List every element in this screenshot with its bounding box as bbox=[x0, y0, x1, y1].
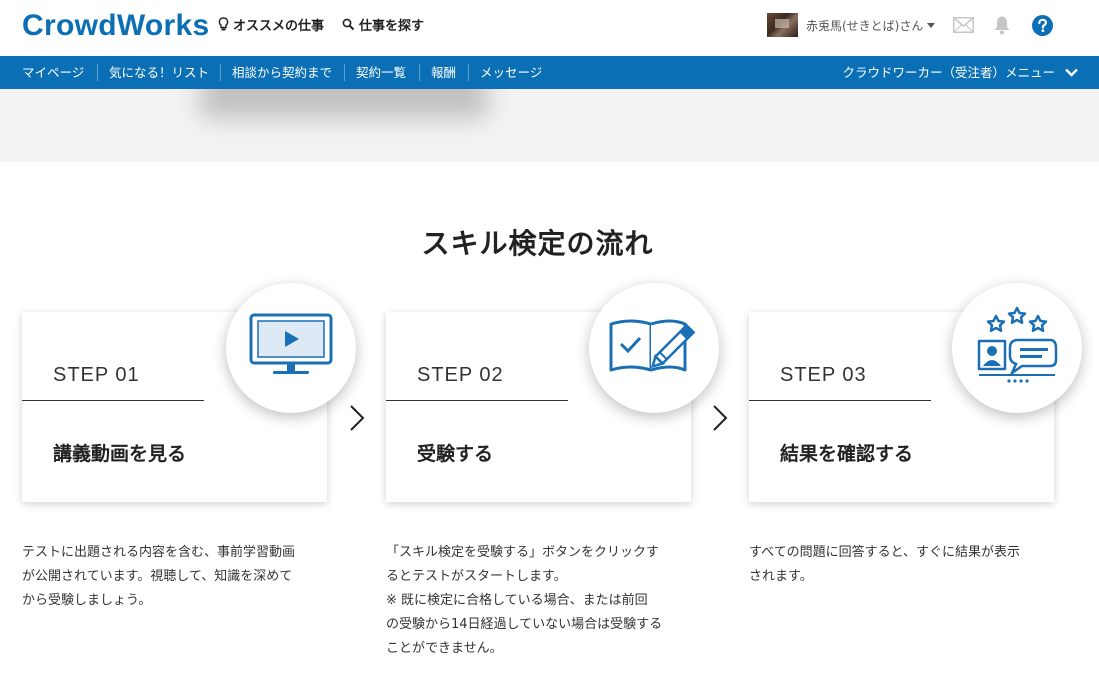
video-monitor-icon bbox=[249, 313, 333, 383]
search-icon bbox=[342, 18, 355, 31]
book-pencil-icon bbox=[607, 314, 701, 382]
step-number: STEP 01 bbox=[53, 364, 140, 386]
step-number: STEP 03 bbox=[780, 364, 867, 386]
result-profile-stars-icon bbox=[974, 306, 1060, 390]
step-description-2: 「スキル検定を受験する」ボタンをクリックす るとテストがスタートします。 ※ 既… bbox=[386, 541, 706, 661]
nav-item-rewards[interactable]: 報酬 bbox=[431, 56, 456, 89]
nav-item-consult-to-contract[interactable]: 相談から契約まで bbox=[232, 56, 332, 89]
desc-line: 「スキル検定を受験する」ボタンをクリックす bbox=[386, 545, 660, 560]
chevron-down-icon[interactable] bbox=[1064, 65, 1079, 84]
nav-divider bbox=[419, 64, 420, 81]
nav-divider bbox=[468, 64, 469, 81]
hero-band bbox=[0, 89, 1099, 162]
search-jobs-label: 仕事を探す bbox=[359, 19, 425, 34]
desc-line: の受験から14日経過していない場合は受験する bbox=[386, 617, 663, 632]
chevron-right-icon bbox=[712, 404, 728, 436]
nav-item-watchlist[interactable]: 気になる！リスト bbox=[109, 56, 209, 89]
nav-item-messages[interactable]: メッセージ bbox=[480, 56, 542, 89]
step-description-1: テストに出題される内容を含む、事前学習動画 が公開されています。視聴して、知識を… bbox=[22, 541, 342, 613]
user-menu[interactable]: 赤兎馬(せきとば)さん bbox=[767, 13, 936, 37]
main-nav: マイページ 気になる！リスト 相談から契約まで 契約一覧 報酬 メッセージ クラ… bbox=[0, 56, 1099, 89]
desc-line: されます。 bbox=[749, 569, 813, 584]
desc-line: が公開されています。視聴して、知識を深めて bbox=[22, 569, 293, 584]
blurred-banner bbox=[200, 89, 488, 119]
lightbulb-icon bbox=[218, 17, 229, 32]
step-number: STEP 02 bbox=[417, 364, 504, 386]
desc-line: テストに出題される内容を含む、事前学習動画 bbox=[22, 545, 296, 560]
nav-divider bbox=[220, 64, 221, 81]
recommended-jobs-link[interactable]: オススメの仕事 bbox=[218, 15, 324, 34]
step-title: 講義動画を見る bbox=[53, 443, 187, 465]
avatar bbox=[767, 13, 798, 37]
search-jobs-link[interactable]: 仕事を探す bbox=[342, 15, 424, 34]
desc-line: から受験しましょう。 bbox=[22, 593, 152, 608]
worker-menu-toggle[interactable]: クラウドワーカー（受注者）メニュー bbox=[842, 56, 1055, 89]
step-icon-circle-2 bbox=[589, 283, 719, 413]
divider bbox=[386, 400, 568, 401]
help-icon[interactable] bbox=[1032, 15, 1053, 40]
desc-line: ※ 既に検定に合格している場合、または前回 bbox=[386, 593, 648, 608]
recommended-jobs-label: オススメの仕事 bbox=[233, 19, 325, 34]
nav-divider bbox=[97, 64, 98, 81]
nav-divider bbox=[344, 64, 345, 81]
nav-item-contracts[interactable]: 契約一覧 bbox=[356, 56, 406, 89]
step-description-3: すべての問題に回答すると、すぐに結果が表示 されます。 bbox=[749, 541, 1069, 589]
divider bbox=[22, 400, 204, 401]
step-icon-circle-3 bbox=[952, 283, 1082, 413]
bell-icon[interactable] bbox=[993, 15, 1011, 39]
caret-down-icon bbox=[927, 22, 936, 28]
chevron-right-icon bbox=[349, 404, 365, 436]
step-title: 結果を確認する bbox=[780, 443, 914, 465]
desc-line: るとテストがスタートします。 bbox=[386, 569, 567, 584]
user-name: 赤兎馬(せきとば)さん bbox=[806, 18, 924, 33]
nav-item-mypage[interactable]: マイページ bbox=[22, 56, 84, 89]
divider bbox=[749, 400, 931, 401]
step-title: 受験する bbox=[417, 443, 494, 465]
step-icon-circle-1 bbox=[226, 283, 356, 413]
desc-line: すべての問題に回答すると、すぐに結果が表示 bbox=[749, 545, 1021, 560]
top-header: CrowdWorks オススメの仕事 仕事を探す 赤兎馬(せきとば)さん bbox=[0, 0, 1099, 56]
page-title: スキル検定の流れ bbox=[421, 227, 654, 260]
mail-icon[interactable] bbox=[953, 17, 974, 37]
desc-line: ことができません。 bbox=[386, 641, 503, 656]
crowdworks-logo[interactable]: CrowdWorks bbox=[22, 9, 209, 43]
